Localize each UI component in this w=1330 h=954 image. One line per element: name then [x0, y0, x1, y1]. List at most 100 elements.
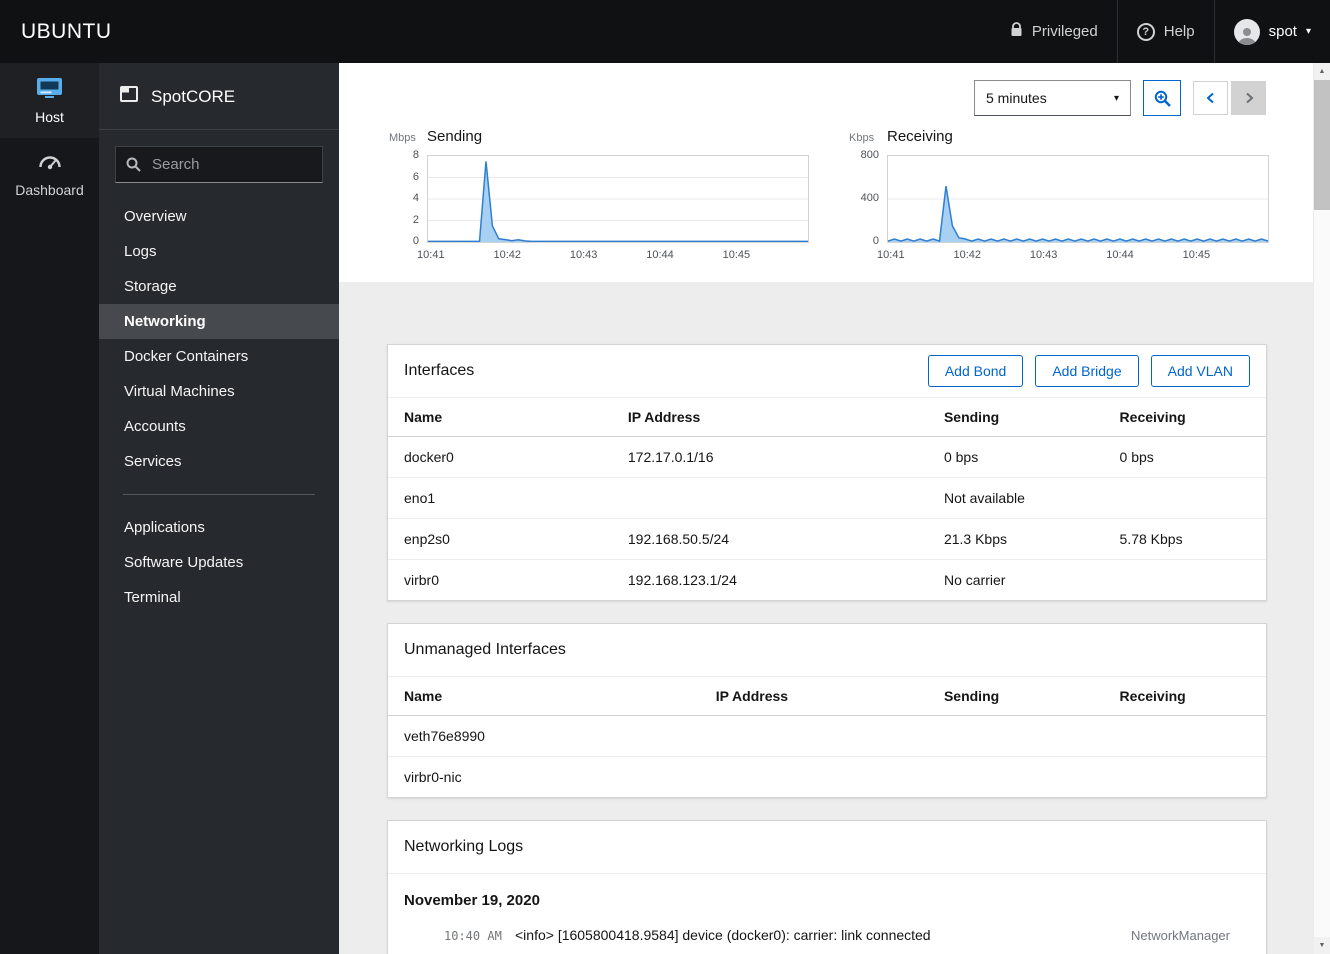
scrollbar-thumb[interactable] — [1314, 80, 1330, 210]
interface-ip — [612, 478, 928, 519]
interface-receiving — [1104, 478, 1266, 519]
help-icon: ? — [1136, 22, 1155, 41]
main-area: 5 minutes ▾ Mbps Sending 0 2 4 6 8 10:41… — [339, 63, 1330, 954]
table-row[interactable]: docker0 172.17.0.1/16 0 bps 0 bps — [388, 437, 1266, 478]
chevron-left-icon — [1206, 92, 1214, 104]
sidebar-item-docker-containers[interactable]: Docker Containers — [99, 339, 339, 374]
interface-sending: 21.3 Kbps — [943, 531, 1008, 547]
user-menu[interactable]: spot ▾ — [1213, 0, 1330, 63]
sidebar-item-virtual-machines[interactable]: Virtual Machines — [99, 374, 339, 409]
column-header-sending: Sending — [927, 677, 1104, 716]
column-header-name: Name — [388, 398, 612, 437]
scroll-down-button[interactable]: ▼ — [1314, 937, 1330, 954]
add-bridge-button[interactable]: Add Bridge — [1035, 355, 1139, 387]
help-button[interactable]: ? Help — [1116, 0, 1214, 63]
brand-logo: UBUNTU — [21, 19, 112, 43]
table-row[interactable]: enp2s0 192.168.50.5/24 21.3 Kbps 5.78 Kb… — [388, 519, 1266, 560]
scrollbar[interactable]: ▲ ▼ — [1313, 63, 1330, 954]
interface-name: virbr0 — [404, 572, 440, 588]
y-axis-unit: Kbps — [849, 132, 875, 144]
sidebar-secondary-nav: Applications Software Updates Terminal — [99, 510, 339, 615]
sidebar-item-applications[interactable]: Applications — [99, 510, 339, 545]
interfaces-table: Name IP Address Sending Receiving docker… — [388, 398, 1266, 600]
chart-toolbar: 5 minutes ▾ — [339, 63, 1313, 116]
y-axis: 0 400 800 — [860, 149, 879, 247]
privileged-button[interactable]: Privileged — [991, 0, 1117, 63]
interface-ip: 192.168.50.5/24 — [627, 531, 730, 547]
chart-pager — [1193, 81, 1266, 115]
sidebar-item-networking[interactable]: Networking — [99, 304, 339, 339]
lock-icon — [1010, 22, 1023, 41]
sidebar: SpotCORE Overview Logs Storage Networkin… — [99, 63, 339, 954]
server-icon — [4, 77, 95, 102]
sending-chart: Mbps Sending 02468 10:41 10:42 10:43 10:44 1… — [389, 128, 809, 266]
search-input[interactable] — [115, 146, 323, 183]
sidebar-item-accounts[interactable]: Accounts — [99, 409, 339, 444]
next-range-button[interactable] — [1231, 81, 1266, 115]
magnifier-plus-icon — [1154, 90, 1171, 107]
previous-range-button[interactable] — [1193, 81, 1228, 115]
interfaces-card: Interfaces Add Bond Add Bridge Add VLAN … — [387, 344, 1267, 601]
sidebar-title: SpotCORE — [151, 86, 236, 106]
interface-ip: 192.168.123.1/24 — [627, 572, 737, 588]
receiving-chart: Kbps Receiving 0 400 800 10:41 10:42 10:43 10… — [849, 128, 1269, 266]
sidebar-item-terminal[interactable]: Terminal — [99, 580, 339, 615]
column-header-receiving: Receiving — [1103, 398, 1266, 437]
time-range-value: 5 minutes — [986, 90, 1047, 106]
sidebar-item-logs[interactable]: Logs — [99, 234, 339, 269]
column-header-ip: IP Address — [699, 677, 928, 716]
plot-area — [887, 155, 1269, 243]
interface-name: docker0 — [404, 449, 454, 465]
table-row[interactable]: veth76e8990 — [388, 716, 1266, 757]
table-row[interactable]: virbr0 192.168.123.1/24 No carrier — [388, 560, 1266, 601]
hostnav-item-dashboard[interactable]: Dashboard — [0, 138, 99, 211]
chevron-down-icon: ▾ — [1113, 92, 1119, 104]
sidebar-item-services[interactable]: Services — [99, 444, 339, 479]
sidebar-item-overview[interactable]: Overview — [99, 199, 339, 234]
log-time: 10:40 AM — [444, 929, 502, 943]
networking-logs-card: Networking Logs November 19, 2020 10:40 … — [387, 820, 1267, 954]
unmanaged-interfaces-card: Unmanaged Interfaces Name IP Address Sen… — [387, 623, 1267, 798]
log-source: NetworkManager — [1131, 928, 1230, 943]
interface-sending: 0 bps — [943, 449, 979, 465]
column-header-receiving: Receiving — [1103, 677, 1266, 716]
table-row[interactable]: virbr0-nic — [388, 757, 1266, 798]
interface-receiving — [1104, 757, 1266, 798]
console-icon — [119, 84, 139, 109]
scroll-up-button[interactable]: ▲ — [1314, 63, 1330, 80]
interface-ip: 172.17.0.1/16 — [627, 449, 714, 465]
hostnav-item-label: Host — [35, 109, 64, 125]
log-date-heading: November 19, 2020 — [404, 892, 540, 909]
interface-name: virbr0-nic — [404, 769, 462, 785]
log-message: <info> [1605800418.9584] device (docker0… — [515, 927, 931, 943]
sidebar-item-storage[interactable]: Storage — [99, 269, 339, 304]
add-vlan-button[interactable]: Add VLAN — [1150, 355, 1250, 387]
unmanaged-interfaces-table: Name IP Address Sending Receiving veth76… — [388, 677, 1266, 797]
sidebar-item-software-updates[interactable]: Software Updates — [99, 545, 339, 580]
user-name: spot — [1268, 23, 1297, 40]
chart-title: Receiving — [887, 128, 953, 145]
interface-ip — [700, 757, 928, 798]
column-header-sending: Sending — [927, 398, 1104, 437]
hostnav-item-host[interactable]: Host — [0, 63, 99, 138]
card-title: Interfaces — [404, 362, 475, 379]
interface-sending — [928, 757, 1104, 798]
zoom-button[interactable] — [1143, 80, 1181, 116]
interface-name: enp2s0 — [404, 531, 450, 547]
time-range-select[interactable]: 5 minutes ▾ — [974, 80, 1131, 116]
interface-sending: No carrier — [943, 572, 1006, 588]
interface-name: veth76e8990 — [404, 728, 485, 744]
hostnav-item-label: Dashboard — [15, 182, 84, 198]
interface-name: eno1 — [404, 490, 436, 506]
y-axis-unit: Mbps — [389, 132, 416, 144]
log-entry[interactable]: 10:40 AM <info> [1605800418.9584] device… — [388, 918, 1266, 953]
column-header-ip: IP Address — [611, 398, 928, 437]
interface-receiving: 0 bps — [1119, 449, 1154, 465]
add-bond-button[interactable]: Add Bond — [927, 355, 1024, 387]
charts-section: 5 minutes ▾ Mbps Sending 0 2 4 6 8 10:41… — [339, 63, 1313, 282]
privileged-label: Privileged — [1031, 23, 1098, 40]
help-label: Help — [1163, 23, 1195, 40]
table-row[interactable]: eno1 Not available — [388, 478, 1266, 519]
page-content: Interfaces Add Bond Add Bridge Add VLAN … — [339, 282, 1313, 954]
chevron-right-icon — [1245, 92, 1253, 104]
